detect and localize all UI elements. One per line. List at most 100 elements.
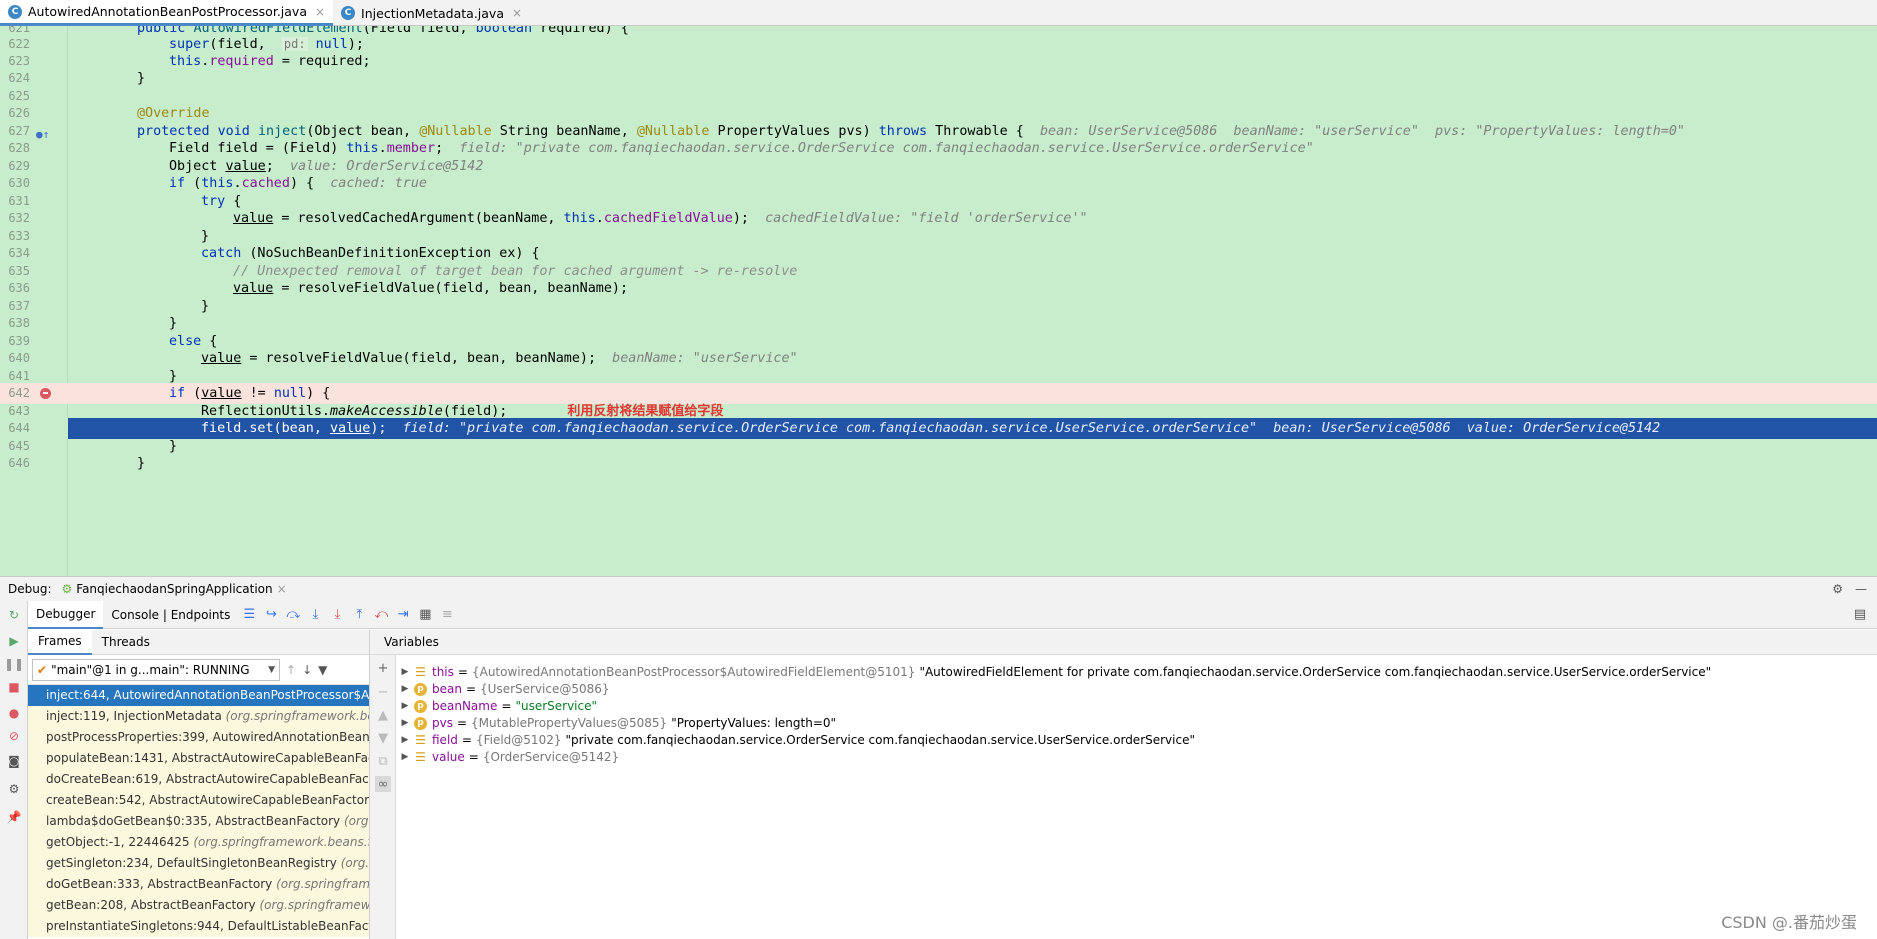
close-icon[interactable]: ×: [315, 5, 325, 19]
variable-name: value: [432, 750, 465, 764]
variables-panel: Variables + − ▲ ▼ ⧉ ∞ ▶ ☰ this = {AutowiredA…: [370, 630, 1877, 939]
code-editor[interactable]: 621 public AutowiredFieldElement(Field fi…: [0, 26, 1877, 576]
stack-frame[interactable]: getObject:-1, 22446425 (org.springframew…: [28, 832, 369, 853]
stack-frame[interactable]: inject:119, InjectionMetadata (org.sprin…: [28, 706, 369, 727]
move-up-icon[interactable]: ▲: [375, 707, 391, 723]
frame-label: doGetBean:333, AbstractBeanFactory: [46, 877, 277, 891]
line-number: 646: [8, 456, 30, 470]
menu-icon[interactable]: ☰: [238, 604, 260, 626]
code-line: 646}: [0, 453, 1877, 474]
spring-boot-icon: ⚙: [61, 582, 73, 596]
tab-label: InjectionMetadata.java: [361, 5, 504, 21]
thread-selector[interactable]: ✔ "main"@1 in g...main": RUNNING ▼: [32, 658, 280, 681]
watermark: CSDN @.番茄炒蛋: [1721, 913, 1857, 932]
frame-label: lambda$doGetBean$0:335, AbstractBeanFact…: [46, 814, 344, 828]
inline-debug-value: cachedFieldValue: "field 'orderService'": [765, 211, 1088, 226]
arrow-down-icon[interactable]: ↓: [302, 663, 312, 677]
tab-autowired-processor[interactable]: C AutowiredAnnotationBeanPostProcessor.j…: [0, 0, 334, 26]
filter-icon[interactable]: ▼: [318, 663, 327, 677]
run-to-cursor-icon[interactable]: ⇥: [392, 604, 414, 626]
tab-label: AutowiredAnnotationBeanPostProcessor.jav…: [28, 4, 307, 19]
view-breakpoints-icon[interactable]: ●: [6, 705, 22, 721]
add-watch-icon[interactable]: +: [375, 660, 391, 676]
resume-icon[interactable]: ▶: [6, 633, 22, 649]
stack-frame[interactable]: getBean:208, AbstractBeanFactory (org.sp…: [28, 895, 369, 916]
stack-frame[interactable]: lambda$doGetBean$0:335, AbstractBeanFact…: [28, 811, 369, 832]
tab-injection-metadata[interactable]: C InjectionMetadata.java ×: [333, 0, 530, 26]
breakpoint-icon[interactable]: [40, 388, 51, 399]
frame-package: (org.springframework): [259, 898, 369, 912]
frame-label: doCreateBean:619, AbstractAutowireCapabl…: [46, 772, 369, 786]
equals-sign: =: [468, 750, 479, 764]
parameter-icon: p: [414, 716, 427, 730]
move-down-icon[interactable]: ▼: [375, 730, 391, 746]
evaluate-expression-icon[interactable]: ▦: [414, 604, 436, 626]
inline-debug-value: field: "private com.fanqiechaodan.servic…: [459, 141, 1314, 156]
force-step-into-icon[interactable]: ⤓: [326, 604, 348, 626]
minimize-icon[interactable]: —: [1855, 582, 1867, 596]
stack-frame[interactable]: populateBean:1431, AbstractAutowireCapab…: [28, 748, 369, 769]
check-icon: ✔: [37, 662, 48, 677]
stop-icon[interactable]: ■: [6, 679, 22, 695]
layout-icon[interactable]: ▤: [1849, 604, 1871, 626]
tab-debugger[interactable]: Debugger: [28, 600, 104, 629]
thread-label: "main"@1 in g...main": RUNNING: [51, 662, 250, 677]
arrow-up-icon[interactable]: ↑: [286, 663, 296, 677]
pin-icon[interactable]: 📌: [6, 809, 22, 825]
stack-frame[interactable]: doCreateBean:619, AbstractAutowireCapabl…: [28, 769, 369, 790]
copy-icon[interactable]: ⧉: [375, 753, 391, 769]
step-out-icon[interactable]: ⤒: [348, 604, 370, 626]
java-class-icon: C: [8, 4, 22, 19]
show-execution-point-icon[interactable]: ↪: [260, 604, 282, 626]
variables-title: Variables: [384, 635, 439, 649]
trace-icon[interactable]: ≡: [436, 604, 458, 626]
inline-debug-value: cached: true: [330, 176, 427, 191]
mute-breakpoints-icon[interactable]: ⊘: [6, 728, 22, 744]
stack-frame[interactable]: postProcessProperties:399, AutowiredAnno…: [28, 727, 369, 748]
glasses-icon[interactable]: ∞: [375, 776, 391, 792]
tab-console-endpoints[interactable]: Console | Endpoints: [103, 601, 238, 629]
frames-panel: Frames Threads ✔ "main"@1 in g...main": …: [28, 630, 370, 939]
frame-package: (org.springframework): [343, 814, 369, 828]
parameter-icon: p: [414, 699, 427, 713]
frame-list: inject:644, AutowiredAnnotationBeanPostP…: [28, 685, 369, 937]
field-icon: ☰: [415, 733, 426, 747]
parameter-hint: pd:: [281, 37, 308, 51]
frame-label: createBean:542, AbstractAutowireCapableB…: [46, 793, 369, 807]
parameter-icon: p: [414, 682, 427, 696]
tab-threads[interactable]: Threads: [92, 630, 160, 655]
field-icon: ☰: [415, 665, 426, 679]
run-config-tab[interactable]: ⚙ FanqiechaodanSpringApplication ×: [62, 582, 287, 596]
variable-type: {OrderService@5142}: [482, 750, 620, 764]
settings-icon[interactable]: ⚙: [6, 781, 22, 797]
stack-frame[interactable]: doGetBean:333, AbstractBeanFactory (org.…: [28, 874, 369, 895]
frame-package: (org.springframework.beans.factory.annot…: [225, 709, 369, 723]
debug-tool-window-header: Debug: ⚙ FanqiechaodanSpringApplication …: [0, 576, 1877, 601]
frame-label: populateBean:1431, AbstractAutowireCapab…: [46, 751, 369, 765]
debug-side-toolbar: ↻ ▶ ❚❚ ■ ● ⊘ ◙ ⚙ 📌: [0, 601, 28, 939]
tab-frames[interactable]: Frames: [28, 630, 92, 655]
frame-label: inject:644, AutowiredAnnotationBeanPostP…: [46, 688, 369, 702]
frame-label: inject:119, InjectionMetadata: [46, 709, 226, 723]
camera-icon[interactable]: ◙: [6, 753, 22, 769]
stack-frame[interactable]: getSingleton:234, DefaultSingletonBeanRe…: [28, 853, 369, 874]
stack-frame[interactable]: createBean:542, AbstractAutowireCapableB…: [28, 790, 369, 811]
close-icon[interactable]: ×: [512, 6, 522, 20]
step-into-icon[interactable]: ⤓: [304, 604, 326, 626]
stack-frame[interactable]: preInstantiateSingletons:944, DefaultLis…: [28, 916, 369, 937]
variable-row[interactable]: ▶ ☰ value = {OrderService@5142}: [396, 747, 620, 767]
variables-toolbar: + − ▲ ▼ ⧉ ∞: [370, 655, 396, 939]
stack-frame[interactable]: inject:644, AutowiredAnnotationBeanPostP…: [28, 685, 369, 706]
step-over-icon[interactable]: ⤼: [282, 604, 304, 626]
variable-string: "private com.fanqiechaodan.service.Order…: [565, 733, 1195, 747]
drop-frame-icon[interactable]: ⤺: [370, 604, 392, 626]
remove-icon[interactable]: −: [375, 684, 391, 700]
frame-package: (org.springframework): [276, 877, 369, 891]
frame-label: getSingleton:234, DefaultSingletonBeanRe…: [46, 856, 341, 870]
debug-label: Debug:: [8, 582, 52, 596]
expand-arrow-icon[interactable]: ▶: [396, 747, 414, 767]
close-icon[interactable]: ×: [277, 582, 287, 596]
rerun-icon[interactable]: ↻: [6, 607, 22, 623]
pause-icon[interactable]: ❚❚: [4, 656, 24, 672]
gear-icon[interactable]: ⚙: [1832, 582, 1843, 596]
